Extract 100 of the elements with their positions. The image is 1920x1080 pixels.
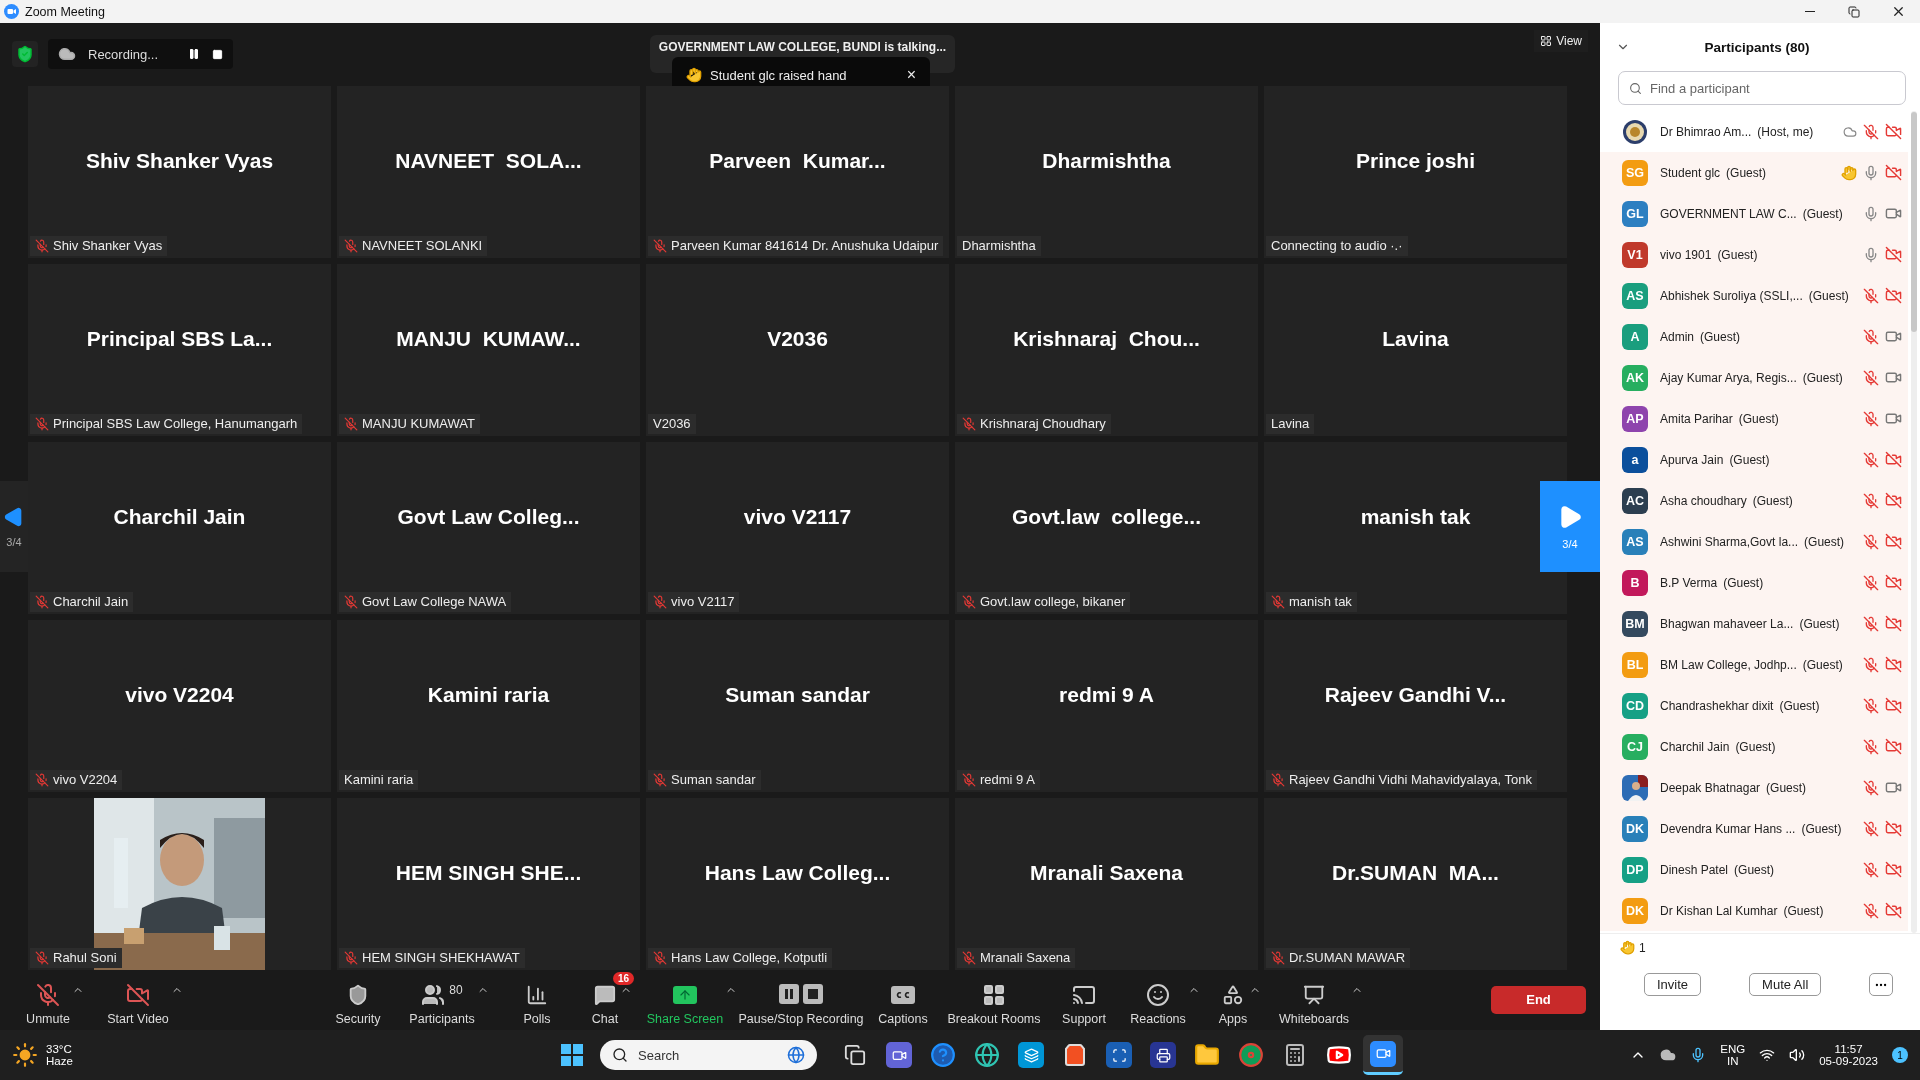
participant-row[interactable]: DK Devendra Kumar Hans ... (Guest) <box>1600 808 1908 849</box>
toolbar-button[interactable]: Security <box>333 973 383 1026</box>
participant-name: Ajay Kumar Arya, Regis... <box>1660 370 1797 385</box>
muted-mic-icon[interactable] <box>1863 574 1879 591</box>
participant-row[interactable]: BL BM Law College, Jodhp... (Guest) <box>1600 644 1908 685</box>
video-off-icon[interactable] <box>1885 697 1902 714</box>
muted-mic-icon[interactable] <box>1863 533 1879 550</box>
muted-mic-icon[interactable] <box>1863 369 1879 386</box>
muted-mic-icon[interactable] <box>1863 615 1879 632</box>
search-field[interactable]: Find a participant <box>1618 71 1906 105</box>
video-off-icon[interactable] <box>1885 861 1902 878</box>
name-tag: Hans Law College, Kotputli <box>648 947 833 968</box>
avatar: AP <box>1622 405 1648 432</box>
toolbar-button[interactable]: Support <box>1060 973 1108 1026</box>
participant-row[interactable]: CJ Charchil Jain (Guest) <box>1600 726 1908 767</box>
taskbar-app[interactable] <box>1363 1035 1403 1075</box>
app-logo-icon <box>4 4 19 19</box>
shield-icon[interactable] <box>12 41 38 68</box>
participant-row[interactable]: AC Asha choudhary (Guest) <box>1600 480 1908 521</box>
participant-row[interactable]: A Admin (Guest) <box>1600 316 1908 357</box>
toolbar-button[interactable]: Share Screen <box>644 973 726 1026</box>
participant-name: vivo 1901 <box>1660 247 1712 262</box>
muted-mic-icon[interactable] <box>1863 123 1879 140</box>
speaker-text: GOVERNMENT LAW COLLEGE, BUNDI is talking... <box>658 40 947 54</box>
hand-icon <box>1620 940 1635 955</box>
previous-page-button[interactable]: 3/4 <box>0 481 28 572</box>
panel-button[interactable]: Mute All <box>1749 973 1822 996</box>
participant-row[interactable]: B B.P Verma (Guest) <box>1600 562 1908 603</box>
video-off-icon[interactable] <box>1885 246 1902 263</box>
video-off-icon[interactable] <box>1885 123 1902 140</box>
cloud-icon[interactable] <box>1660 1047 1677 1063</box>
video-off-icon[interactable] <box>1885 451 1902 468</box>
search-input[interactable]: Search <box>636 1046 779 1064</box>
participant-row[interactable]: a Apurva Jain (Guest) <box>1600 439 1908 480</box>
muted-mic-icon <box>653 594 667 609</box>
video-off-icon[interactable] <box>1885 656 1902 673</box>
participant-row[interactable]: BM Bhagwan mahaveer La... (Guest) <box>1600 603 1908 644</box>
video-off-icon[interactable] <box>1885 287 1902 304</box>
video-off-icon[interactable] <box>1885 164 1902 181</box>
muted-mic-icon[interactable] <box>1863 861 1879 878</box>
meeting-app-icon <box>1370 1040 1396 1067</box>
muted-mic-icon[interactable] <box>1863 287 1879 304</box>
toolbar-button[interactable]: Reactions <box>1128 973 1188 1026</box>
participant-row[interactable]: AK Ajay Kumar Arya, Regis... (Guest) <box>1600 357 1908 398</box>
participant-row[interactable]: SG Student glc (Guest) <box>1600 152 1908 193</box>
video-off-icon[interactable] <box>1885 902 1902 919</box>
hand-icon <box>686 67 702 83</box>
pause-button[interactable] <box>188 48 201 61</box>
avatar: AS <box>1622 528 1648 555</box>
participant-row[interactable]: DP Dinesh Patel (Guest) <box>1600 849 1908 890</box>
participant-name: Asha choudhary <box>1660 493 1747 508</box>
toolbar-button[interactable]: Whiteboards <box>1276 973 1352 1026</box>
toolbar-button[interactable]: Start Video <box>105 973 171 1026</box>
participant-row[interactable]: DK Dr Kishan Lal Kumhar (Guest) <box>1600 890 1908 931</box>
stop-button[interactable] <box>212 48 224 60</box>
muted-mic-icon[interactable] <box>1863 492 1879 509</box>
participant-row[interactable]: AS Abhishek Suroliya (SSLI,... (Guest) <box>1600 275 1908 316</box>
participant-row[interactable]: AP Amita Parihar (Guest) <box>1600 398 1908 439</box>
muted-mic-icon[interactable] <box>1863 779 1879 796</box>
view-button[interactable]: View <box>1534 30 1588 53</box>
toolbar-button[interactable]: Pause/Stop Recording <box>736 973 866 1026</box>
end-button[interactable]: End <box>1491 985 1586 1014</box>
toolbar-button[interactable]: Apps <box>1216 973 1250 1026</box>
video-off-icon[interactable] <box>1885 615 1902 632</box>
video-off-icon[interactable] <box>1885 574 1902 591</box>
muted-mic-icon[interactable] <box>1863 902 1879 919</box>
name-tag: vivo V2204 <box>30 769 123 790</box>
participant-row[interactable]: CD Chandrashekhar dixit (Guest) <box>1600 685 1908 726</box>
muted-mic-icon <box>35 594 49 609</box>
muted-mic-icon[interactable] <box>1863 410 1879 427</box>
video-off-icon[interactable] <box>1885 492 1902 509</box>
panel-button[interactable]: Invite <box>1644 973 1702 996</box>
video-off-icon[interactable] <box>1885 738 1902 755</box>
wifi-icon[interactable] <box>1759 1047 1776 1063</box>
toolbar-button[interactable]: Captions <box>876 973 930 1026</box>
participant-row[interactable]: Deepak Bhatnagar (Guest) <box>1600 767 1908 808</box>
muted-mic-icon[interactable] <box>1863 451 1879 468</box>
muted-mic-icon[interactable] <box>1863 820 1879 837</box>
toolbar-button[interactable]: Unmute <box>24 973 72 1026</box>
search-field[interactable]: Search <box>600 1040 817 1070</box>
muted-mic-icon[interactable] <box>1863 697 1879 714</box>
participant-row[interactable]: V1 vivo 1901 (Guest) <box>1600 234 1908 275</box>
weather-icon[interactable] <box>12 1042 38 1068</box>
volume-icon[interactable] <box>1789 1047 1806 1063</box>
more-button[interactable] <box>1869 973 1894 996</box>
toolbar-button[interactable]: Breakout Rooms <box>945 973 1043 1026</box>
muted-mic-icon <box>35 416 49 431</box>
toolbar-button[interactable]: 80 Participants <box>407 973 477 1026</box>
video-chat-icon <box>886 1042 912 1068</box>
video-off-icon[interactable] <box>1885 820 1902 837</box>
close-button[interactable]: × <box>906 66 916 84</box>
video-off-icon[interactable] <box>1885 533 1902 550</box>
name-tag: Principal SBS Law College, Hanumangarh <box>30 413 303 434</box>
muted-mic-icon[interactable] <box>1863 656 1879 673</box>
notification-badge[interactable]: 1 <box>1892 1047 1908 1063</box>
muted-mic-icon[interactable] <box>1863 328 1879 345</box>
participant-row[interactable]: GL GOVERNMENT LAW C... (Guest) <box>1600 193 1908 234</box>
participant-row[interactable]: AS Ashwini Sharma,Govt la... (Guest) <box>1600 521 1908 562</box>
toolbar-button[interactable]: Polls <box>521 973 553 1026</box>
muted-mic-icon[interactable] <box>1863 738 1879 755</box>
